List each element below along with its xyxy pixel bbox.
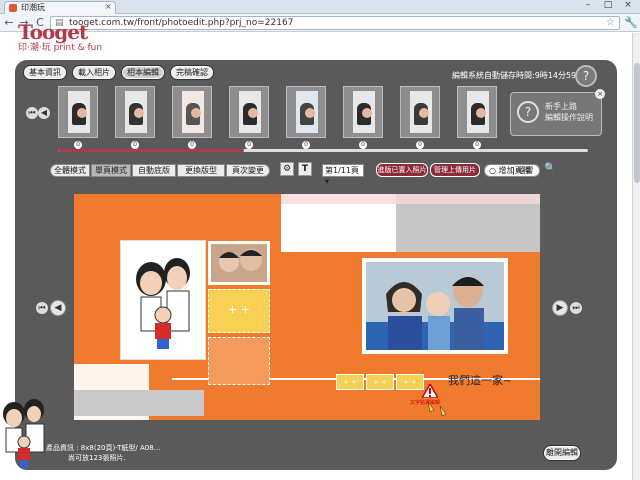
mode-change-layout[interactable]: 更換版型 xyxy=(177,164,225,177)
window-close-button[interactable]: × xyxy=(618,0,638,13)
placed-photos-button[interactable]: 進版已置入照片 xyxy=(376,163,428,177)
search-icon[interactable]: 🔍 xyxy=(544,163,556,174)
photo-thumb[interactable] xyxy=(229,86,269,138)
tooltip-line1: 新手上路 xyxy=(545,102,577,111)
browser-tab-bar: 印潮玩 × – □ × xyxy=(0,0,640,14)
prev-page-icon[interactable]: ◀ xyxy=(50,300,66,316)
family-photo-image xyxy=(366,262,504,350)
photo-thumb[interactable] xyxy=(343,86,383,138)
help-icon[interactable]: ? xyxy=(575,65,597,87)
bg-strip xyxy=(281,194,540,204)
page-select[interactable]: 第1/11頁 ▾ xyxy=(322,164,364,186)
confirm-button[interactable]: 完稿確認 xyxy=(171,66,213,79)
warning-icon[interactable] xyxy=(422,384,438,398)
scroll-thumb[interactable] xyxy=(634,63,640,183)
thumb-usage-count: 0 xyxy=(473,141,481,149)
url-text: tooget.com.tw/front/photoedit.php?prj_no… xyxy=(69,18,294,28)
product-info-line2: 尚可放123張照片. xyxy=(68,454,126,462)
photo-thumb[interactable] xyxy=(58,86,98,138)
browser-tab[interactable]: 印潮玩 × xyxy=(4,1,116,14)
minimize-button[interactable]: – xyxy=(578,0,598,13)
settings-icon[interactable]: ⚙ xyxy=(280,162,294,176)
photo-thumb[interactable] xyxy=(457,86,497,138)
photo-slot-small[interactable]: + + xyxy=(336,374,364,390)
bookmark-star-icon[interactable]: ☆ xyxy=(606,17,615,28)
maximize-button[interactable]: □ xyxy=(598,0,618,13)
wrench-icon[interactable]: 🔧 xyxy=(624,16,638,29)
bg-block xyxy=(74,390,204,416)
album-edit-button[interactable]: 相本編輯 xyxy=(122,66,164,79)
thumb-usage-count: 0 xyxy=(188,141,196,149)
strip-first-icon[interactable]: ⏮ xyxy=(26,107,38,119)
mode-single[interactable]: 單頁模式 xyxy=(91,164,131,177)
logo-subtitle: 印·潮·玩 print & fun xyxy=(18,43,103,53)
last-page-icon[interactable]: ⏭ xyxy=(570,302,582,314)
text-tool-icon[interactable]: T xyxy=(298,162,312,176)
mode-auto-bg[interactable]: 自動底版 xyxy=(132,164,176,177)
photo-slot-empty[interactable] xyxy=(208,337,270,385)
thumb-usage-count: 0 xyxy=(74,141,82,149)
mode-page-change[interactable]: 頁次變更 xyxy=(226,164,270,177)
mascot-image xyxy=(3,399,45,468)
thumb-usage-count: 0 xyxy=(302,141,310,149)
address-bar[interactable]: ▤ tooget.com.tw/front/photoedit.php?prj_… xyxy=(50,16,620,30)
strip-scroll-fill xyxy=(58,149,244,152)
strip-prev-icon[interactable]: ◀ xyxy=(38,107,50,119)
manage-uploads-button[interactable]: 管理上傳用片 xyxy=(430,163,480,177)
browser-nav-bar: ← → C ▤ tooget.com.tw/front/photoedit.ph… xyxy=(0,14,640,32)
sparkle-decoration xyxy=(427,401,447,417)
tab-title: 印潮玩 xyxy=(21,3,45,12)
photo-frame-small[interactable] xyxy=(208,241,270,285)
caption-text[interactable]: 我們這一家~ xyxy=(448,372,512,388)
next-page-icon[interactable]: ▶ xyxy=(552,300,568,316)
autosave-time: 編輯系統自動儲存時間:9時14分59秒 xyxy=(452,71,585,80)
tooltip-close-icon[interactable]: × xyxy=(595,89,605,99)
thumb-usage-count: 0 xyxy=(359,141,367,149)
photo-thumb[interactable] xyxy=(286,86,326,138)
toolbar-tail[interactable]: | 隨響 xyxy=(512,165,533,176)
load-photos-button[interactable]: 載入相片 xyxy=(73,66,115,79)
cartoon-family-image[interactable] xyxy=(120,240,206,360)
mode-all[interactable]: 全體模式 xyxy=(50,164,90,177)
strip-scroll-track[interactable] xyxy=(58,149,588,152)
first-page-icon[interactable]: ⏮ xyxy=(36,302,48,314)
photo-slot-small[interactable]: + + xyxy=(396,374,424,390)
photo-slot[interactable]: + + xyxy=(208,289,270,333)
page-canvas[interactable]: + + + + + + + + 我們這一家~ 文字點選編輯 xyxy=(74,194,540,420)
photo-thumb[interactable] xyxy=(400,86,440,138)
photo-image xyxy=(211,244,267,282)
question-icon: ? xyxy=(517,101,539,123)
basic-info-button[interactable]: 基本資訊 xyxy=(24,66,66,79)
photo-frame-large[interactable] xyxy=(362,258,508,354)
thumb-usage-count: 0 xyxy=(131,141,139,149)
tooltip-text: 新手上路 編輯操作說明 xyxy=(545,101,593,123)
favicon-icon xyxy=(9,4,17,12)
thumb-usage-count: 0 xyxy=(416,141,424,149)
tooltip-line2: 編輯操作說明 xyxy=(545,113,593,122)
product-info: 產品資訊 : 8x8(20頁)-T紙型/ A08... 尚可放123張照片. xyxy=(46,443,160,463)
product-info-line1: 產品資訊 : 8x8(20頁)-T紙型/ A08... xyxy=(46,444,161,452)
thumb-usage-count: 0 xyxy=(245,141,253,149)
help-tooltip[interactable]: ? 新手上路 編輯操作說明 × xyxy=(510,89,605,136)
back-icon[interactable]: ← xyxy=(2,16,16,30)
photo-thumb[interactable] xyxy=(115,86,155,138)
photo-slot-small[interactable]: + + xyxy=(366,374,394,390)
tab-close-icon[interactable]: × xyxy=(105,2,112,11)
leave-edit-button[interactable]: 離開編輯 xyxy=(544,446,580,460)
page-scrollbar[interactable] xyxy=(632,33,640,480)
photo-thumb[interactable] xyxy=(172,86,212,138)
